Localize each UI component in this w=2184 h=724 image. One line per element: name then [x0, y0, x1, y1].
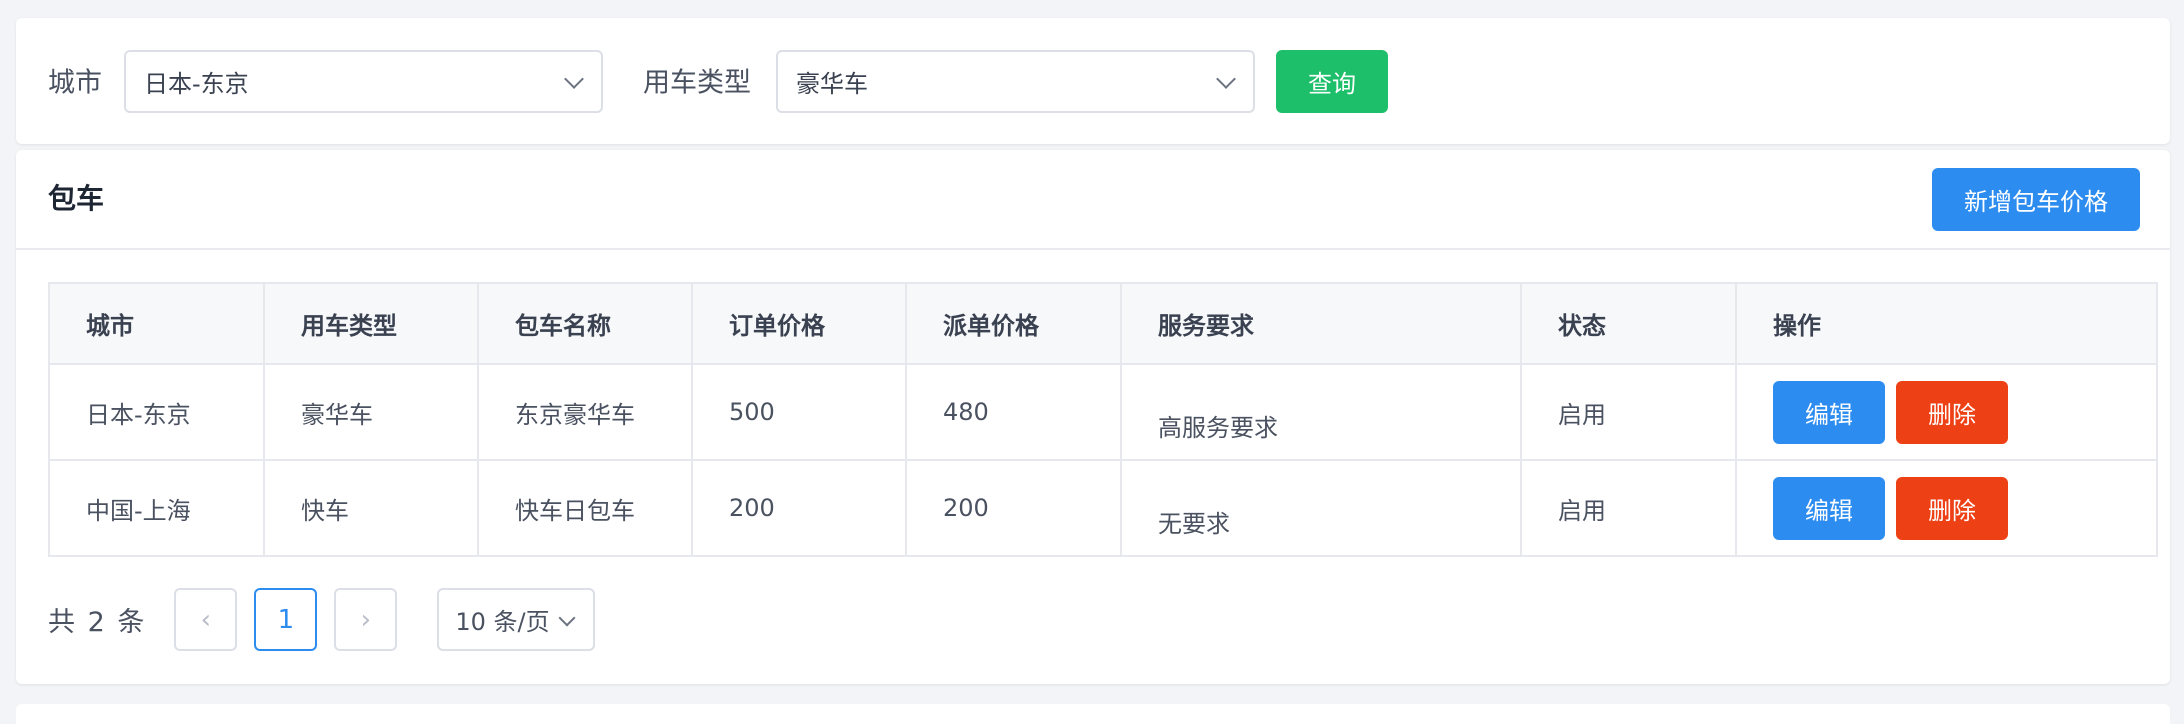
car-type-label: 用车类型 — [643, 67, 751, 99]
city-select-value: 日本-东京 — [144, 70, 249, 98]
column-header-car-type: 用车类型 — [263, 282, 479, 365]
cell-city: 中国-上海 — [48, 459, 265, 557]
cell-name: 快车日包车 — [477, 459, 693, 557]
delete-button[interactable]: 删除 — [1896, 476, 2008, 540]
page-size-value: 10 条/页 — [455, 608, 550, 636]
table-row: 日本-东京 豪华车 东京豪华车 500 480 高服务要求 启用 编辑 删除 — [48, 363, 2158, 461]
cell-name: 东京豪华车 — [477, 363, 693, 461]
city-select[interactable]: 日本-东京 — [124, 50, 603, 113]
query-button[interactable]: 查询 — [1276, 50, 1388, 113]
pagination: 共 2 条 ‹ 1 › 10 条/页 — [48, 588, 596, 651]
cell-actions: 编辑 删除 — [1735, 459, 2158, 557]
prev-page-button[interactable]: ‹ — [174, 588, 238, 651]
charter-price-table: 城市 用车类型 包车名称 订单价格 派单价格 服务要求 状态 操作 日本-东京 … — [48, 282, 2158, 557]
cell-dispatch-price: 200 — [905, 459, 1122, 557]
charter-panel: 包车 新增包车价格 城市 用车类型 包车名称 订单价格 派单价格 服务要求 状态… — [16, 150, 2170, 684]
chevron-down-icon — [1216, 68, 1236, 89]
chevron-down-icon — [564, 68, 584, 89]
cell-actions: 编辑 删除 — [1735, 363, 2158, 461]
car-type-select[interactable]: 豪华车 — [776, 50, 1255, 113]
next-card-edge — [16, 704, 2170, 724]
section-title: 包车 — [48, 182, 105, 215]
city-label: 城市 — [48, 67, 102, 99]
column-header-order-price: 订单价格 — [691, 282, 907, 365]
cell-service: 无要求 — [1120, 459, 1522, 557]
page-1-button[interactable]: 1 — [254, 588, 318, 651]
edit-button[interactable]: 编辑 — [1773, 380, 1885, 444]
total-count: 共 2 条 — [48, 607, 147, 638]
table-header-row: 城市 用车类型 包车名称 订单价格 派单价格 服务要求 状态 操作 — [48, 282, 2158, 365]
add-charter-price-button[interactable]: 新增包车价格 — [1932, 168, 2140, 231]
cell-city: 日本-东京 — [48, 363, 265, 461]
filter-bar: 城市 日本-东京 用车类型 豪华车 查询 — [16, 18, 2170, 144]
delete-button[interactable]: 删除 — [1896, 380, 2008, 444]
page-size-select[interactable]: 10 条/页 — [437, 588, 596, 651]
cell-status: 启用 — [1520, 459, 1737, 557]
cell-order-price: 500 — [691, 363, 907, 461]
cell-status: 启用 — [1520, 363, 1737, 461]
edit-button[interactable]: 编辑 — [1773, 476, 1885, 540]
chevron-right-icon: › — [360, 604, 372, 635]
cell-order-price: 200 — [691, 459, 907, 557]
cell-service: 高服务要求 — [1120, 363, 1522, 461]
column-header-city: 城市 — [48, 282, 265, 365]
column-header-service: 服务要求 — [1120, 282, 1522, 365]
panel-header: 包车 新增包车价格 — [16, 150, 2170, 250]
table-row: 中国-上海 快车 快车日包车 200 200 无要求 启用 编辑 删除 — [48, 459, 2158, 557]
chevron-left-icon: ‹ — [200, 604, 212, 635]
next-page-button[interactable]: › — [334, 588, 398, 651]
cell-car-type: 快车 — [263, 459, 479, 557]
column-header-dispatch-price: 派单价格 — [905, 282, 1122, 365]
column-header-status: 状态 — [1520, 282, 1737, 365]
column-header-actions: 操作 — [1735, 282, 2158, 365]
cell-dispatch-price: 480 — [905, 363, 1122, 461]
column-header-name: 包车名称 — [477, 282, 693, 365]
chevron-down-icon — [558, 609, 576, 626]
car-type-select-value: 豪华车 — [796, 70, 868, 98]
cell-car-type: 豪华车 — [263, 363, 479, 461]
